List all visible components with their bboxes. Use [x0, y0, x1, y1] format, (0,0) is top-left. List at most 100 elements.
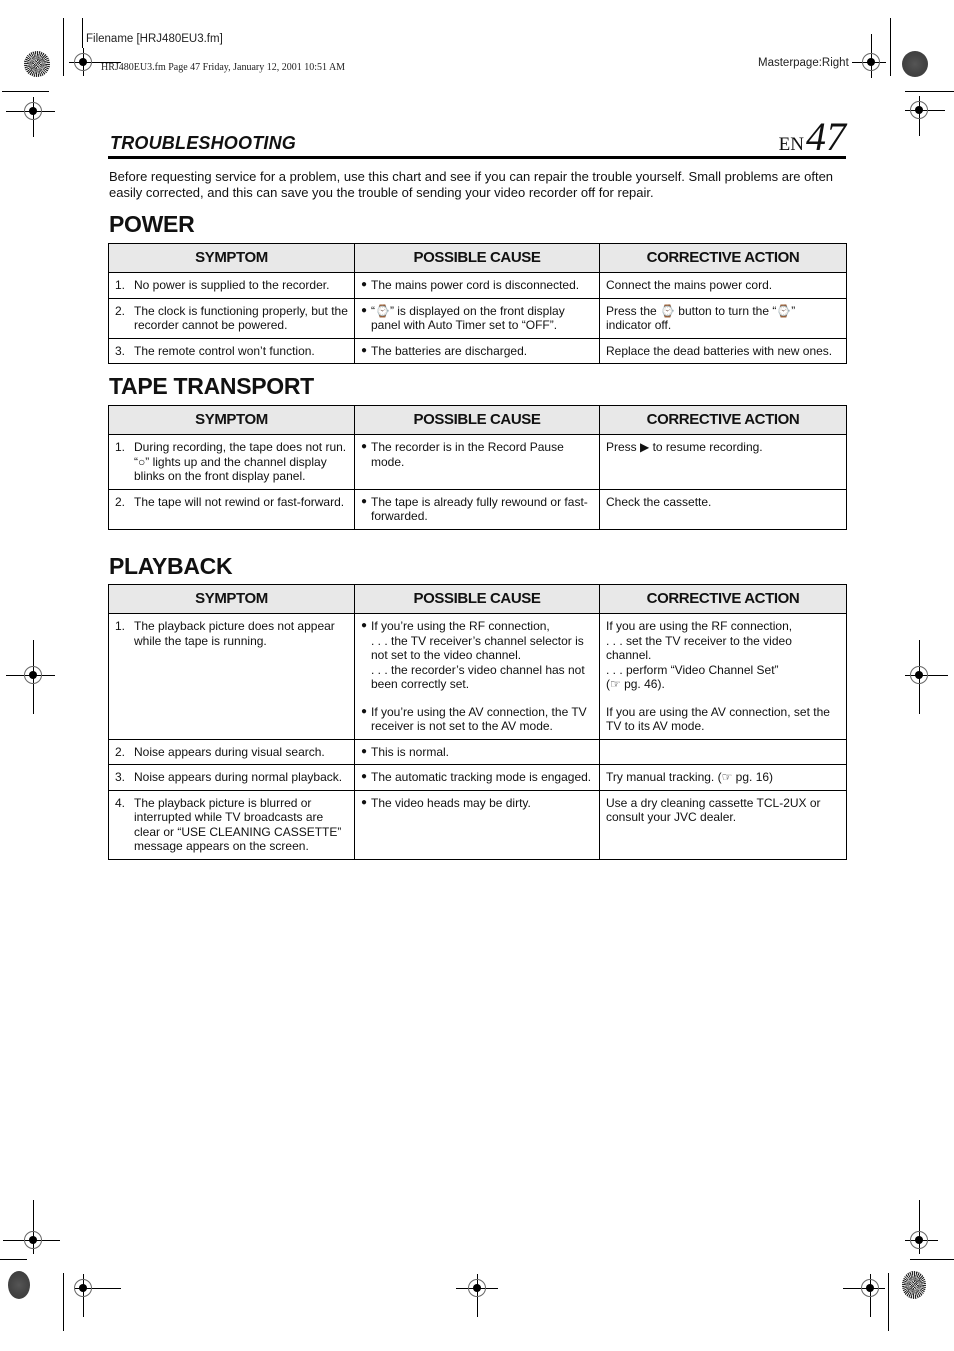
cause-item: ● If you’re using the RF connection,. . .… [361, 619, 593, 692]
troubleshooting-table: SYMPTOM POSSIBLE CAUSE CORRECTIVE ACTION 1.… [108, 405, 847, 530]
action-cell: Replace the dead batteries with new ones… [599, 337, 847, 364]
symptom-item: 3. Noise appears during normal playback. [115, 770, 348, 785]
action-line: If you are using the RF connection, [606, 619, 793, 633]
symptom-item: 2. Noise appears during visual search. [115, 745, 348, 760]
cause-text: The video heads may be dirty. [371, 796, 531, 811]
symptom-item: 1. The playback picture does not appear w… [115, 619, 348, 648]
crop-mark [905, 91, 954, 92]
cause-item: ● The recorder is in the Record Pause mod… [361, 440, 593, 469]
action-text: Press ▶ to resume recording. [606, 440, 840, 455]
action-cell: Try manual tracking. (☞ pg. 16) [599, 764, 847, 791]
column-header-cause: POSSIBLE CAUSE [354, 243, 600, 273]
symptom-item: 2. The clock is functioning properly, but… [115, 304, 348, 333]
cause-text: This is normal. [371, 745, 449, 760]
symptom-item: 1. No power is supplied to the recorder. [115, 278, 348, 293]
table-header: SYMPTOM POSSIBLE CAUSE CORRECTIVE ACTION [108, 584, 847, 614]
item-number: 2. [115, 303, 126, 318]
table-row: 3. The remote control won’t function. ● The… [108, 337, 847, 364]
cause-text: “⌚” is displayed on the front display pa… [371, 304, 593, 333]
item-number: 3. [115, 770, 126, 784]
cause-line: The video heads may be dirty. [371, 795, 531, 810]
bullet-icon: ● [361, 279, 368, 290]
symptom-text: The playback picture is blurred or inter… [134, 795, 342, 854]
cause-text: The automatic tracking mode is engaged. [371, 770, 591, 785]
table-row: 2. The clock is functioning properly, but… [108, 297, 847, 339]
symptom-text: Noise appears during visual search. [134, 744, 325, 759]
table-row: 4. The playback picture is blurred or int… [108, 789, 847, 860]
symptom-text: The remote control won’t function. [134, 343, 315, 358]
column-header-cause: POSSIBLE CAUSE [354, 405, 600, 435]
cause-text: The recorder is in the Record Pause mode… [371, 440, 593, 469]
symptom-cell: 3. The remote control won’t function. [108, 337, 355, 364]
cause-line: The mains power cord is disconnected. [371, 278, 580, 292]
symptom-cell: 3. Noise appears during normal playback. [108, 764, 355, 791]
cause-line: The recorder is in the Record Pause mode… [371, 440, 564, 469]
section-title: PLAYBACK [109, 553, 233, 579]
print-masterpage: Masterpage:Right [758, 57, 849, 69]
column-header-symptom: SYMPTOM [108, 584, 355, 614]
action-line: Check the cassette. [606, 494, 712, 509]
cause-line: This is normal. [371, 744, 450, 759]
cause-line: The automatic tracking mode is engaged. [371, 770, 592, 784]
print-filename: Filename [HRJ480EU3.fm] [86, 33, 223, 45]
table-row: 2. Noise appears during visual search. ● Th… [108, 738, 847, 765]
cause-cell: ● The recorder is in the Record Pause mod… [354, 434, 600, 490]
bullet-icon: ● [361, 344, 368, 356]
cause-cell: ● The batteries are discharged. [354, 337, 600, 364]
table-header: SYMPTOM POSSIBLE CAUSE CORRECTIVE ACTION [108, 405, 847, 435]
symptom-cell: 1. During recording, the tape does not ru… [108, 434, 355, 490]
column-header-action: CORRECTIVE ACTION [599, 584, 847, 614]
cause-cell: ● If you’re using the RF connection,. . .… [354, 613, 600, 740]
cause-cell: ● The tape is already fully rewound or fa… [354, 488, 600, 530]
table-row: 1. During recording, the tape does not ru… [108, 434, 847, 490]
page-number: 47 [806, 114, 846, 159]
table-row: 1. No power is supplied to the recorder. ●… [108, 272, 847, 299]
table-row: 2. The tape will not rewind or fast-forwa… [108, 488, 847, 530]
symptom-text: The playback picture does not appear whi… [134, 619, 335, 648]
bullet-icon: ● [361, 745, 368, 757]
column-header-cause: POSSIBLE CAUSE [354, 584, 600, 614]
crop-mark [0, 1259, 27, 1260]
cause-item: ● This is normal. [361, 745, 593, 760]
symptom-text: During recording, the tape does not run.… [134, 440, 347, 483]
symptom-text: Noise appears during normal playback. [134, 770, 343, 784]
cause-item: ● If you’re using the AV connection, the … [361, 705, 593, 734]
page-header: TROUBLESHOOTING EN47 [108, 117, 846, 159]
cause-line: “⌚” is displayed on the front display pa… [371, 303, 565, 333]
symptom-item: 4. The playback picture is blurred or int… [115, 796, 348, 854]
action-line: Use a dry cleaning cassette TCL-2UX or c… [606, 795, 821, 825]
bullet-icon: ● [361, 620, 368, 631]
item-number: 1. [115, 278, 126, 292]
action-cell: Check the cassette. [599, 488, 847, 530]
action-cell: Use a dry cleaning cassette TCL-2UX or c… [599, 789, 847, 860]
item-number: 1. [115, 619, 126, 633]
crop-mark [888, 1273, 889, 1331]
action-text: Try manual tracking. (☞ pg. 16) [606, 770, 840, 785]
action-line: Try manual tracking. (☞ pg. 16) [606, 770, 774, 784]
table-header-row: SYMPTOM POSSIBLE CAUSE CORRECTIVE ACTION [108, 584, 847, 614]
print-page-stamp: HRJ480EU3.fm Page 47 Friday, January 12,… [101, 62, 346, 73]
cause-line: The batteries are discharged. [371, 343, 528, 358]
item-number: 2. [115, 744, 126, 759]
crop-mark [890, 18, 891, 76]
column-header-symptom: SYMPTOM [108, 405, 355, 435]
crop-mark [2, 91, 49, 92]
symptom-cell: 2. The tape will not rewind or fast-forwa… [108, 488, 355, 530]
action-text: Connect the mains power cord. [606, 278, 840, 293]
item-number: 4. [115, 795, 126, 810]
item-number: 3. [115, 343, 126, 358]
cause-cell: ● The automatic tracking mode is engaged. [354, 764, 600, 791]
bullet-icon: ● [361, 771, 368, 782]
action-line: Press the ⌚ button to turn the “⌚” indic… [606, 303, 796, 333]
bullet-icon: ● [361, 796, 368, 808]
symptom-cell: 2. Noise appears during visual search. [108, 738, 355, 765]
symptom-item: 3. The remote control won’t function. [115, 344, 348, 359]
cause-line: . . . the TV receiver’s channel selector… [371, 633, 584, 663]
action-cell: If you are using the RF connection,. . .… [599, 613, 847, 740]
color-target-icon [8, 1271, 30, 1299]
cause-line: If you’re using the AV connection, the T… [371, 704, 587, 734]
item-number: 2. [115, 494, 126, 509]
color-target-icon [902, 1271, 926, 1299]
symptom-item: 1. During recording, the tape does not ru… [115, 440, 348, 484]
action-text: If you are using the RF connection,. . .… [606, 619, 840, 692]
